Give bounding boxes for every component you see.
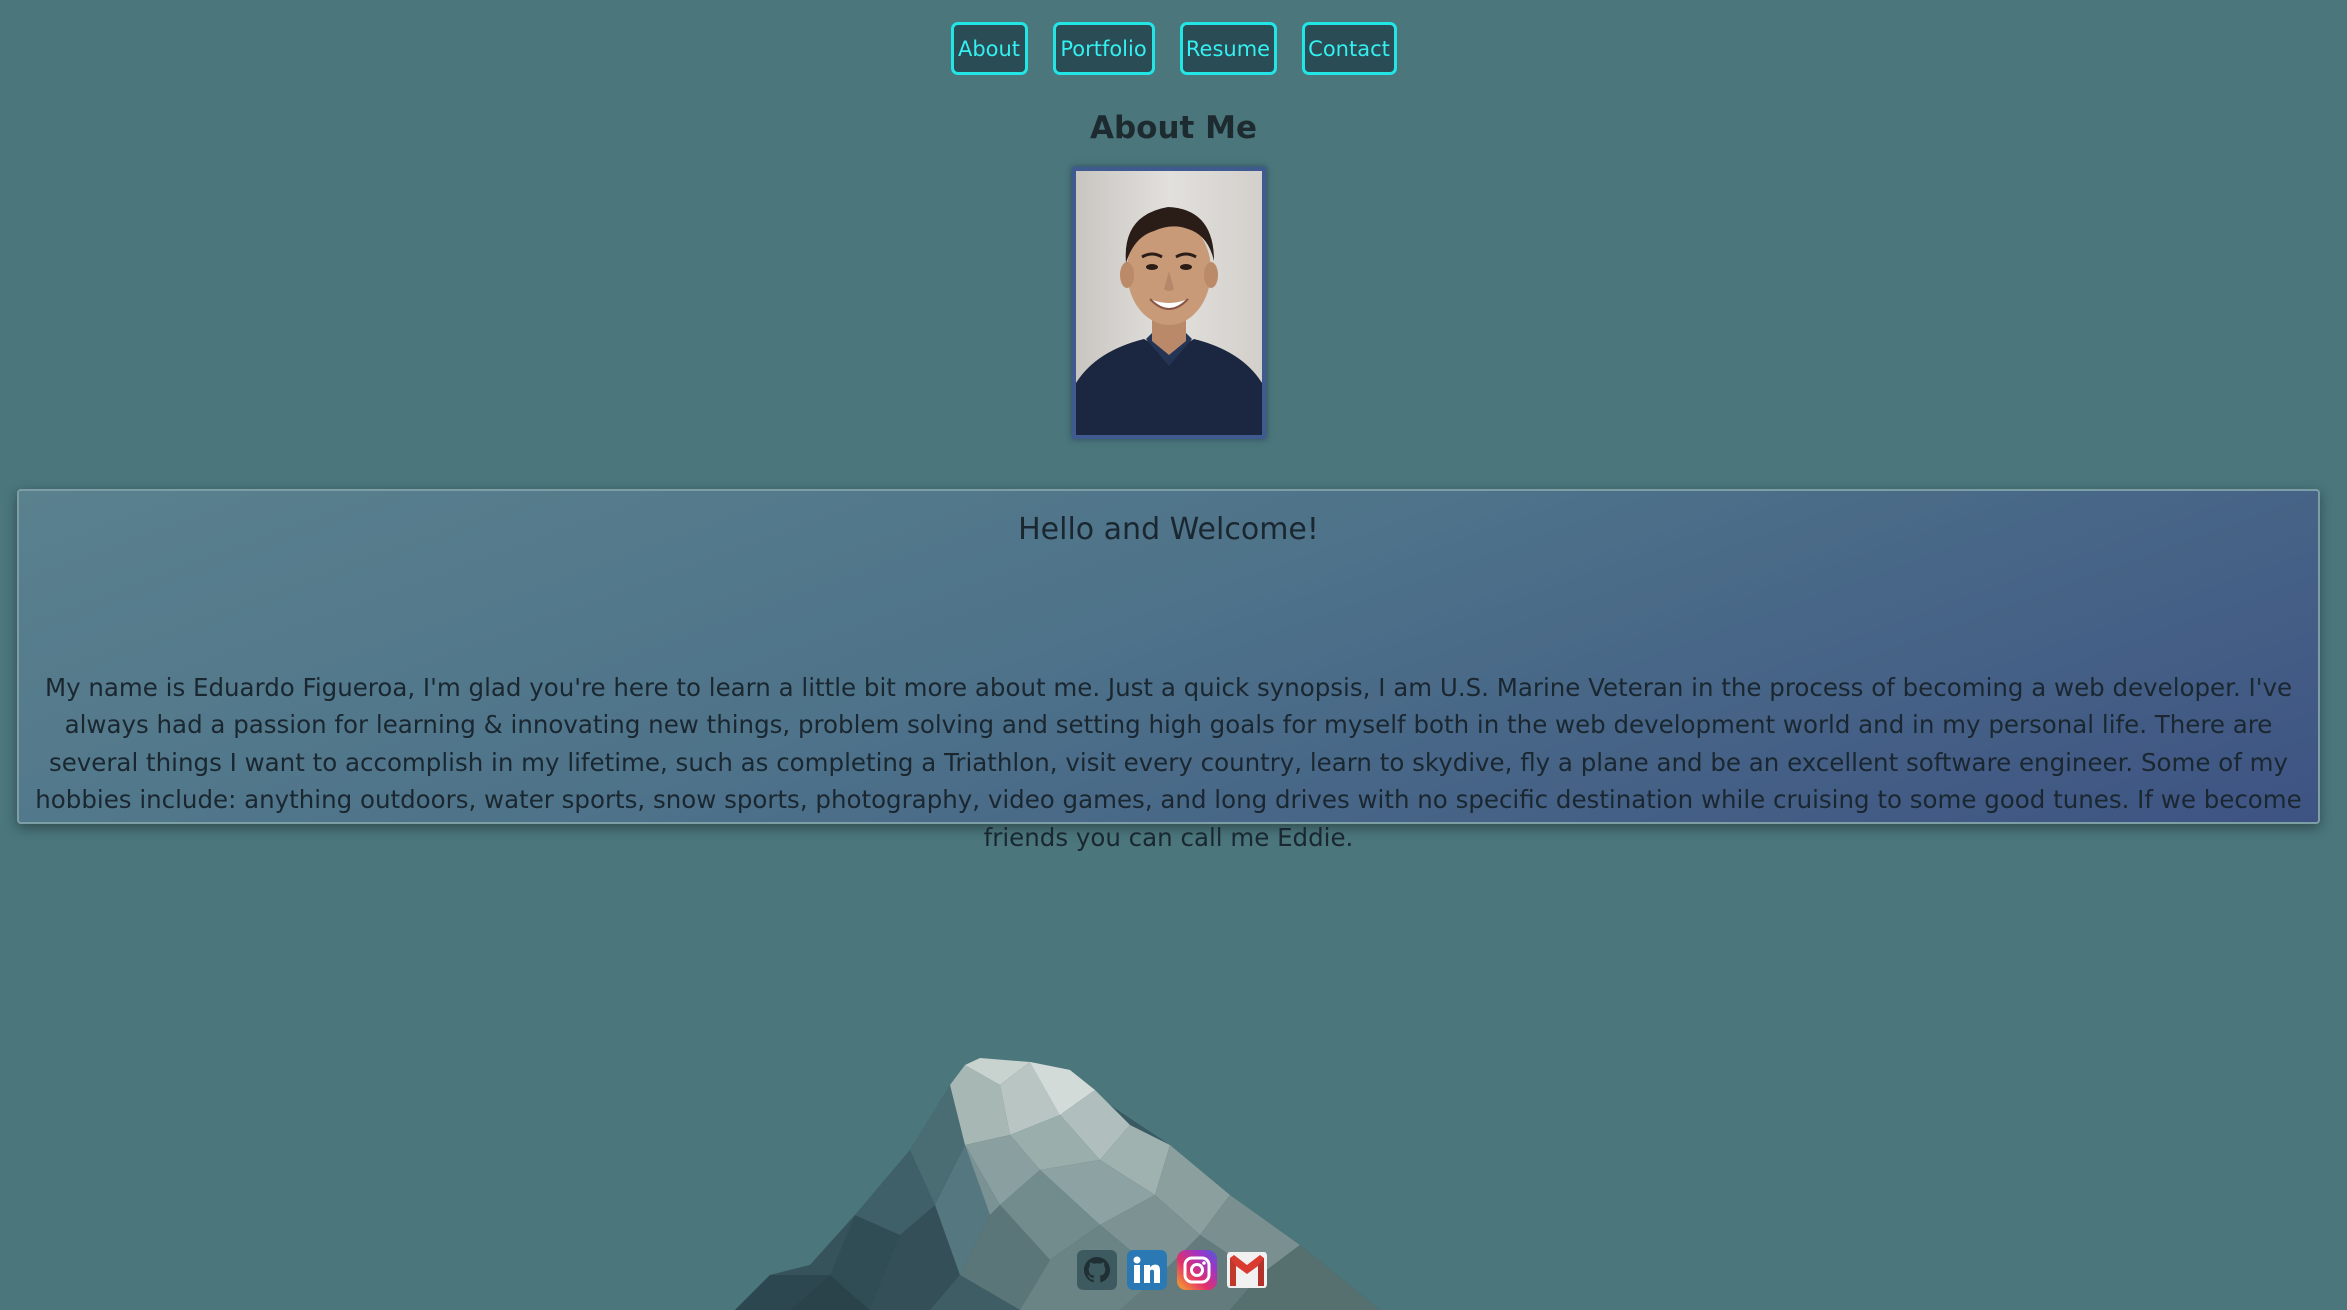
nav-portfolio-button[interactable]: Portfolio [1052, 22, 1155, 75]
nav-contact-button[interactable]: Contact [1301, 22, 1397, 75]
about-paragraph: My name is Eduardo Figueroa, I'm glad yo… [35, 672, 2302, 852]
nav-about-button[interactable]: About [950, 22, 1028, 75]
main-nav: About Portfolio Resume Contact [0, 22, 2347, 75]
github-icon[interactable] [1077, 1250, 1117, 1290]
social-links [1077, 1250, 1267, 1290]
profile-photo [1072, 167, 1266, 439]
instagram-icon[interactable] [1177, 1250, 1217, 1290]
gmail-icon[interactable] [1227, 1250, 1267, 1290]
profile-photo-illustration [1076, 171, 1262, 435]
welcome-heading: Hello and Welcome! [1018, 512, 1319, 547]
welcome-card: Hello and Welcome! My name is Eduardo Fi… [17, 489, 2320, 852]
nav-resume-button[interactable]: Resume [1179, 22, 1277, 75]
page-title: About Me [1089, 110, 1258, 146]
linkedin-icon[interactable] [1127, 1250, 1167, 1290]
